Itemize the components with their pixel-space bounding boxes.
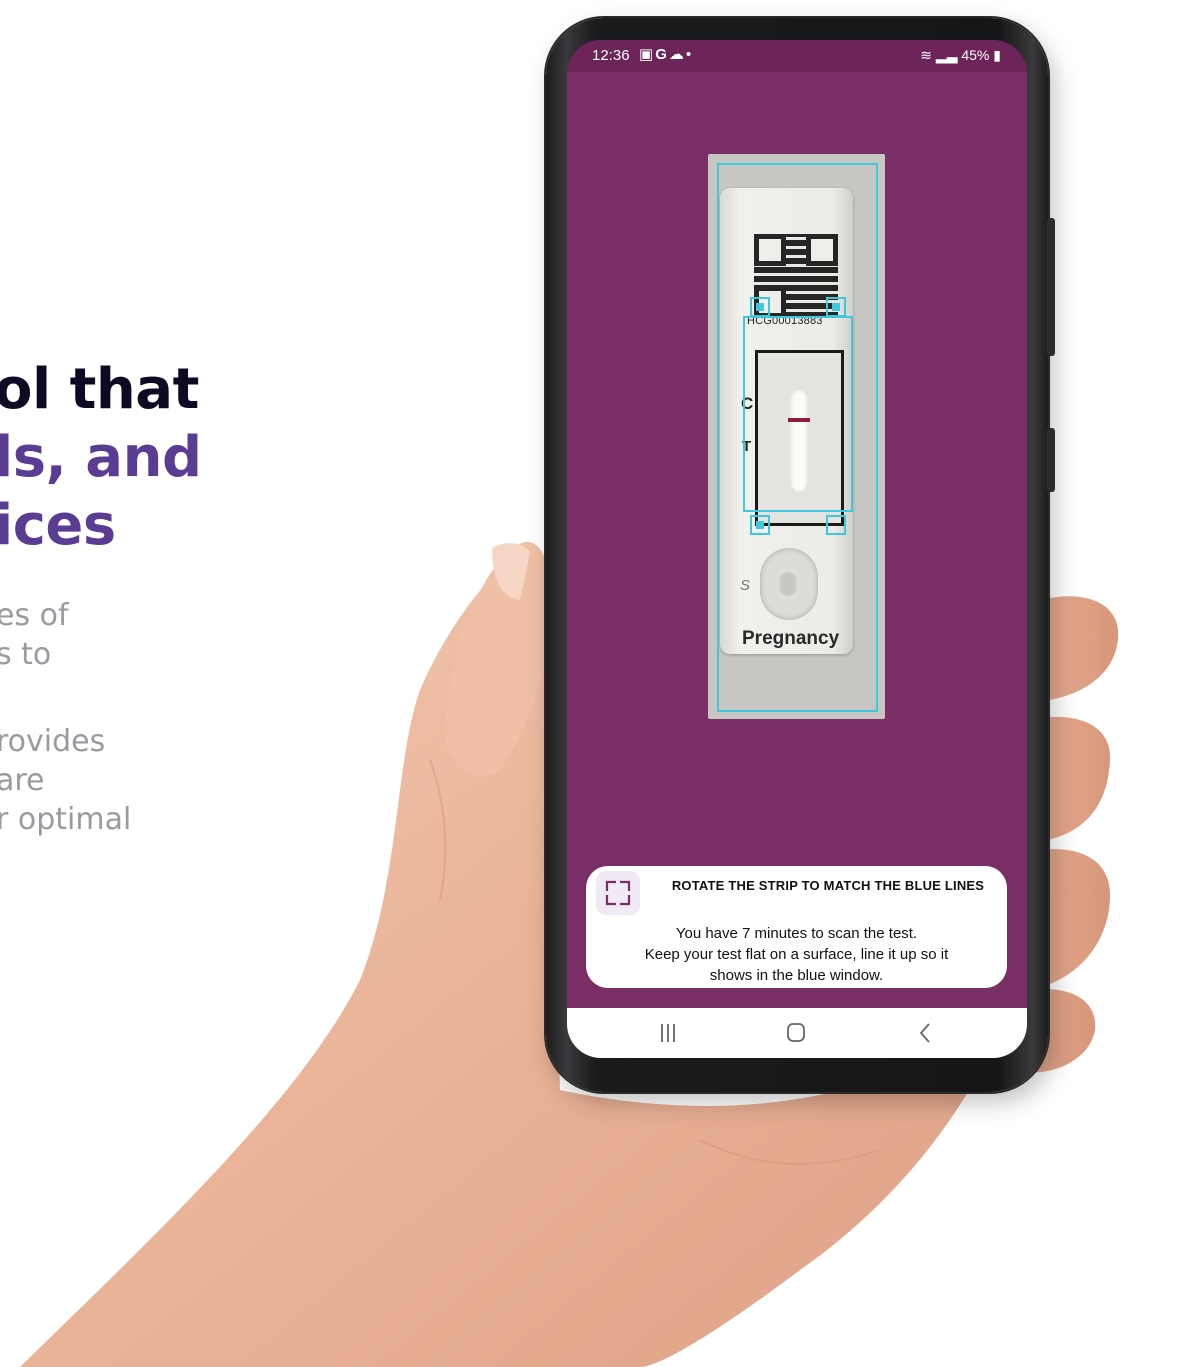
notification-icons: ▣G☁• <box>639 45 693 63</box>
guide-marker <box>750 297 770 317</box>
back-icon <box>919 1023 930 1043</box>
status-time: 12:36 <box>592 47 630 64</box>
instruction-line-2: Keep your test flat on a surface, line i… <box>644 946 949 963</box>
instruction-card: ROTATE THE STRIP TO MATCH THE BLUE LINES… <box>586 866 1007 988</box>
guide-marker <box>750 515 770 535</box>
guide-marker <box>826 297 846 317</box>
paragraph-1-line-1: es of <box>0 598 69 633</box>
instruction-line-1: You have 7 minutes to scan the test. <box>675 925 918 942</box>
battery-icon: ▮ <box>993 47 1001 63</box>
marketing-paragraph-2: rovides are r optimal <box>0 722 131 839</box>
camera-viewfinder[interactable]: HCG00013883 C T S Pregnancy <box>708 154 885 719</box>
guide-marker <box>826 515 846 535</box>
wifi-icon: ≋ <box>920 47 933 63</box>
instruction-body: You have 7 minutes to scan the test. Kee… <box>594 923 999 986</box>
home-button[interactable] <box>776 1018 816 1048</box>
battery-percent: 45% <box>961 47 990 63</box>
phone-screen: 12:36 ▣G☁• ≋ ▂▃ 45% ▮ HCG00013883 C T S … <box>567 40 1027 1058</box>
recent-apps-icon <box>661 1024 675 1042</box>
headline-line-1: ol that <box>0 357 199 422</box>
scan-frame-icon <box>596 871 640 915</box>
gallery-icon: ▣ <box>639 46 656 63</box>
scan-frame-icon-svg <box>605 880 631 906</box>
headline-line-2: ls, and <box>0 425 202 490</box>
result-window-guide <box>743 316 853 512</box>
instruction-title: ROTATE THE STRIP TO MATCH THE BLUE LINES <box>671 878 985 893</box>
signal-icon: ▂▃ <box>935 47 958 63</box>
instruction-line-3: shows in the blue window. <box>709 967 884 984</box>
cloud-icon: ☁ <box>668 46 686 63</box>
home-icon <box>787 1023 805 1042</box>
marketing-paragraph-1: es of s to <box>0 596 69 674</box>
recent-apps-button[interactable] <box>648 1018 688 1048</box>
back-button[interactable] <box>905 1018 945 1048</box>
paragraph-2-line-1: rovides <box>0 724 106 759</box>
paragraph-2-line-3: r optimal <box>0 802 132 837</box>
headline-line-3: ices <box>0 493 116 558</box>
status-bar: 12:36 ▣G☁• ≋ ▂▃ 45% ▮ <box>567 40 1027 72</box>
power-button <box>1047 428 1055 492</box>
navigation-bar <box>567 1008 1027 1058</box>
paragraph-1-line-2: s to <box>0 637 52 672</box>
dot-icon: • <box>685 46 694 63</box>
google-icon: G <box>655 46 669 63</box>
paragraph-2-line-2: are <box>0 763 45 798</box>
volume-button <box>1047 218 1055 356</box>
status-right: ≋ ▂▃ 45% ▮ <box>920 47 1001 64</box>
marketing-headline: ol that ls, and ices <box>0 356 202 560</box>
